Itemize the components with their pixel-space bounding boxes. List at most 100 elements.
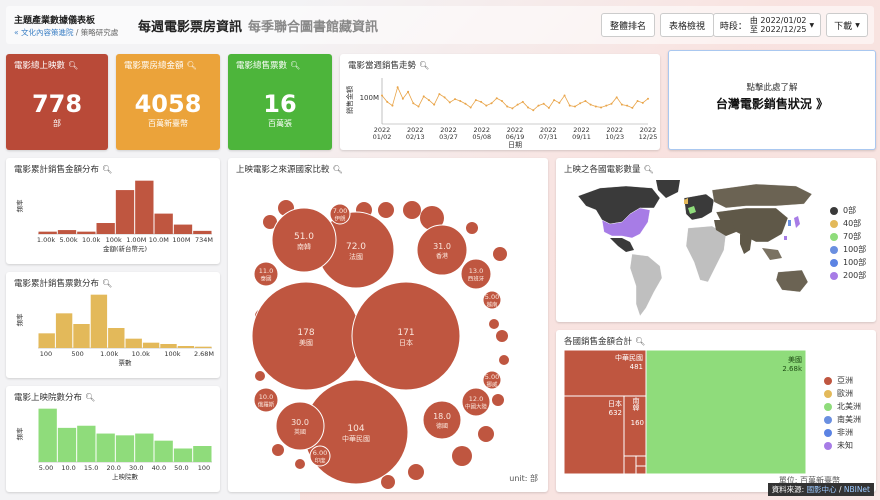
bubble-chart: 178美國 171日本 104中華民國 72.0法國 51.0南韓 31.0香港 30.0英… (251, 200, 509, 489)
bubble-small (496, 330, 508, 342)
overall-rank-label: 整體排名 (609, 21, 646, 32)
download-button[interactable]: 下載 ▼ (826, 13, 868, 37)
trend-point (615, 96, 618, 99)
legend-label: 100部 (843, 245, 867, 254)
bubble-small (255, 371, 265, 381)
x-tick-label: 10.0k (82, 236, 100, 244)
x-tick-label: 20.0 (106, 464, 120, 472)
tab-library-collection[interactable]: 每季聯合圖書館藏資訊 (248, 16, 378, 35)
legend-label: 70部 (843, 232, 862, 241)
legend-item[interactable]: 100部 (830, 256, 866, 269)
legend-item[interactable]: 200部 (830, 269, 866, 282)
trend-point (527, 106, 530, 109)
taiwan-film-sales-link[interactable]: 點擊此處了解 台灣電影銷售狀況 》 (668, 50, 876, 150)
histogram-bar (135, 433, 154, 462)
treemap-value-usa: 2.68k (782, 365, 803, 373)
trend-point (407, 90, 410, 93)
bubble-value: 6.00 (313, 449, 327, 457)
trend-point (626, 104, 629, 107)
bubble-label: 中華民國 (342, 434, 370, 443)
legend-label: 非洲 (837, 428, 853, 437)
bubble-label: 俄羅斯 (258, 401, 275, 409)
kpi-total-films: 電影總上映數 🔍︎ 778 部 (6, 54, 108, 150)
trend-point (500, 100, 503, 102)
trend-point (417, 105, 420, 108)
legend-label: 南美洲 (837, 415, 861, 424)
trend-point (485, 104, 488, 107)
legend-swatch (830, 219, 838, 228)
weekly-sales-trend-card: 電影當週銷售走勢 🔍︎ 100M 銷售金額 2022 01/02 2022 02/13 202… (340, 54, 660, 150)
footer-link-nbinet[interactable]: NBINet (844, 485, 870, 494)
bubble-label: 美國 (299, 338, 313, 347)
x-tick-label: 10.0M (149, 236, 169, 244)
map-taiwan (784, 236, 787, 240)
legend-item[interactable]: 100部 (830, 243, 866, 256)
bubble-label: 法國 (349, 252, 363, 261)
search-icon[interactable]: 🔍︎ (290, 61, 300, 70)
x-tick-label: 500 (71, 350, 83, 358)
trend-point (433, 103, 436, 106)
histogram-bar (77, 425, 96, 462)
legend-label: 0部 (843, 206, 857, 215)
map-korea (788, 220, 791, 226)
histogram-bar (160, 344, 177, 348)
trend-point (631, 106, 634, 109)
legend-label: 北美洲 (837, 402, 861, 411)
legend-item[interactable]: 70部 (830, 230, 866, 243)
bubble-small (499, 355, 509, 365)
kpi-title: 電影總售票數 🔍︎ (236, 61, 301, 71)
legend-item[interactable]: 亞洲 (824, 374, 861, 387)
y-axis-label: 頻率 (15, 427, 24, 441)
bubble-value: 51.0 (294, 232, 314, 242)
trend-point (594, 105, 597, 108)
treemap-label-korea: 南韓 (632, 396, 640, 412)
trend-point (610, 102, 613, 105)
legend-item[interactable]: 未知 (824, 439, 861, 452)
theaters-distribution-card: 電影上映院數分布 🔍︎ 5.00 10.0 15.0 20.0 30.0 40.0 50.0 1… (6, 386, 220, 492)
x-tick-label: 1.00k (100, 350, 118, 358)
bubble-small (381, 475, 395, 489)
legend-swatch (824, 428, 832, 437)
x-tick-label: 5.00 (39, 464, 53, 472)
period-select[interactable]: 時段： 由 2022/01/02 至 2022/12/25 ▼ (713, 13, 821, 37)
legend-item[interactable]: 40部 (830, 217, 866, 230)
footer-link-tfai[interactable]: 國影中心 (807, 485, 837, 494)
bubble-label: 泰國 (260, 275, 272, 283)
x-tick-label: 2.68M (194, 350, 214, 358)
overall-rank-button[interactable]: 整體排名 (601, 13, 655, 37)
x-tick-label: 10.0 (61, 464, 75, 472)
legend-item[interactable]: 北美洲 (824, 400, 861, 413)
x-tick-label: 100M (172, 236, 190, 244)
theaters-histogram: 5.00 10.0 15.0 20.0 30.0 40.0 50.0 100 上映院數 頻率 (15, 408, 212, 481)
legend-item[interactable]: 非洲 (824, 426, 861, 439)
trend-point (464, 102, 467, 105)
world-map (574, 180, 814, 320)
legend-item[interactable]: 0部 (830, 204, 866, 217)
bubble-label: 挪威 (486, 381, 498, 389)
x-axis-label: 票數 (119, 358, 133, 367)
country-sales-treemap-card: 各國銷售金額合計 🔍︎ 中華民國 481 日本 632 南韓 160 美國 2.6… (556, 330, 876, 492)
trend-point (490, 102, 493, 105)
trend-point (641, 101, 644, 104)
bubble-label: 南韓 (297, 242, 311, 251)
bubble-value: 31.0 (433, 242, 451, 251)
histogram-bar (135, 180, 154, 234)
legend-item[interactable]: 歐洲 (824, 387, 861, 400)
y-axis-label: 銷售金額 (345, 86, 354, 114)
legend-item[interactable]: 南美洲 (824, 413, 861, 426)
treemap-block-small-1 (623, 455, 637, 475)
tab-weekly-box-office[interactable]: 每週電影票房資訊 (138, 16, 242, 35)
table-view-button[interactable]: 表格檢視 (660, 13, 714, 37)
kpi-unit: 部 (53, 119, 61, 128)
bubble-value: 5.00 (485, 293, 499, 301)
search-icon[interactable]: 🔍︎ (187, 61, 197, 70)
legend-label: 40部 (843, 219, 862, 228)
bubble-small (466, 222, 478, 234)
dashboard-title: 主題產業數據儀表板 (14, 16, 96, 26)
breadcrumb-link[interactable]: « 文化內容策進院 (14, 28, 73, 37)
histogram-bar (142, 342, 160, 348)
search-icon[interactable]: 🔍︎ (68, 61, 78, 70)
trend-point (438, 93, 441, 96)
histogram-bar (77, 231, 96, 234)
histogram-bar (55, 313, 73, 348)
